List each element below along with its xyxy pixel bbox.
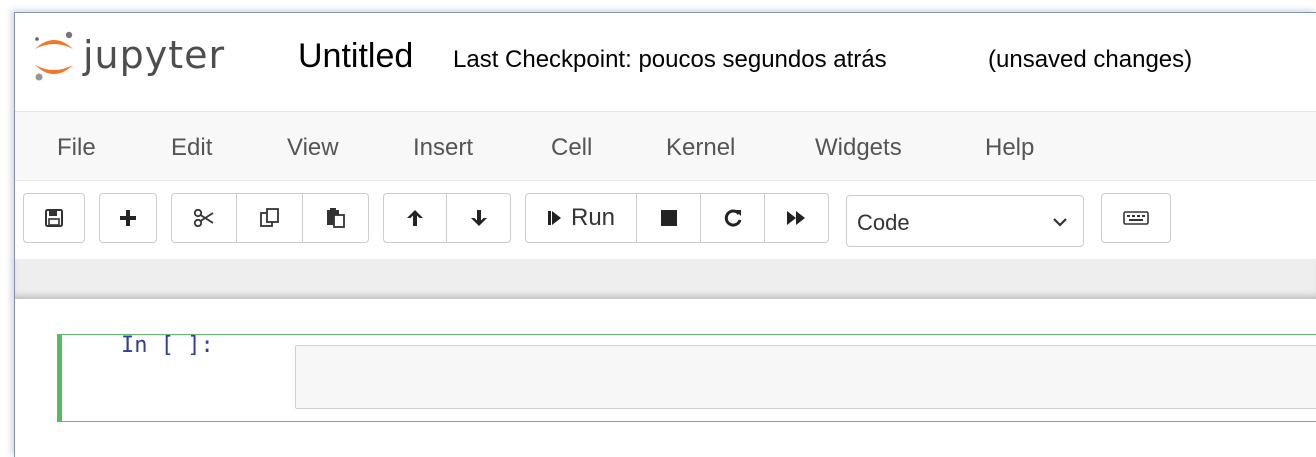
notebook-name[interactable]: Untitled <box>298 37 413 76</box>
arrow-down-icon <box>469 208 489 228</box>
run-button[interactable]: Run <box>525 193 637 243</box>
input-prompt: In [ ]: <box>121 333 214 358</box>
menu-view[interactable]: View <box>287 134 339 162</box>
restart-button[interactable] <box>701 193 765 243</box>
menu-insert[interactable]: Insert <box>413 134 473 162</box>
cell-type-value: Code <box>857 210 910 235</box>
copy-button[interactable] <box>237 193 303 243</box>
menubar: File Edit View Insert Cell Kernel Widget… <box>15 111 1316 181</box>
run-label: Run <box>570 204 616 231</box>
header: jupyter Untitled Last Checkpoint: poucos… <box>15 13 1316 111</box>
arrow-up-icon <box>405 208 425 228</box>
fast-forward-icon <box>786 209 808 227</box>
interrupt-button[interactable] <box>637 193 701 243</box>
command-palette-button[interactable] <box>1101 193 1171 243</box>
menu-file[interactable]: File <box>57 134 96 162</box>
refresh-icon <box>723 208 743 228</box>
move-down-button[interactable] <box>447 193 511 243</box>
copy-icon <box>259 207 281 229</box>
restart-run-all-button[interactable] <box>765 193 829 243</box>
save-button[interactable] <box>23 193 85 243</box>
code-cell-input[interactable] <box>295 345 1316 409</box>
keyboard-icon <box>1123 210 1149 226</box>
autosave-status: (unsaved changes) <box>988 46 1193 73</box>
notebook-window: jupyter Untitled Last Checkpoint: poucos… <box>14 12 1316 457</box>
cut-button[interactable] <box>171 193 237 243</box>
cell-type-select[interactable]: Code <box>846 195 1084 247</box>
chevron-down-icon <box>1053 214 1067 232</box>
notebook-container: In [ ]: <box>15 299 1316 457</box>
menu-cell[interactable]: Cell <box>551 134 592 162</box>
jupyter-logo-icon[interactable] <box>31 25 77 85</box>
move-up-button[interactable] <box>383 193 447 243</box>
toolbar: Run Code <box>15 183 1316 259</box>
menu-help[interactable]: Help <box>985 134 1034 162</box>
step-forward-icon <box>547 208 563 228</box>
notebook-gutter <box>15 259 1316 299</box>
menu-edit[interactable]: Edit <box>171 134 212 162</box>
menu-widgets[interactable]: Widgets <box>815 134 902 162</box>
plus-icon <box>118 208 138 228</box>
last-checkpoint: Last Checkpoint: poucos segundos atrás <box>453 46 887 73</box>
save-icon <box>44 208 64 228</box>
scissors-icon <box>193 208 215 228</box>
stop-icon <box>659 208 679 228</box>
insert-cell-below-button[interactable] <box>99 193 157 243</box>
paste-icon <box>325 207 347 229</box>
jupyter-wordmark[interactable]: jupyter <box>83 33 225 77</box>
menu-kernel[interactable]: Kernel <box>666 134 735 162</box>
paste-button[interactable] <box>303 193 369 243</box>
